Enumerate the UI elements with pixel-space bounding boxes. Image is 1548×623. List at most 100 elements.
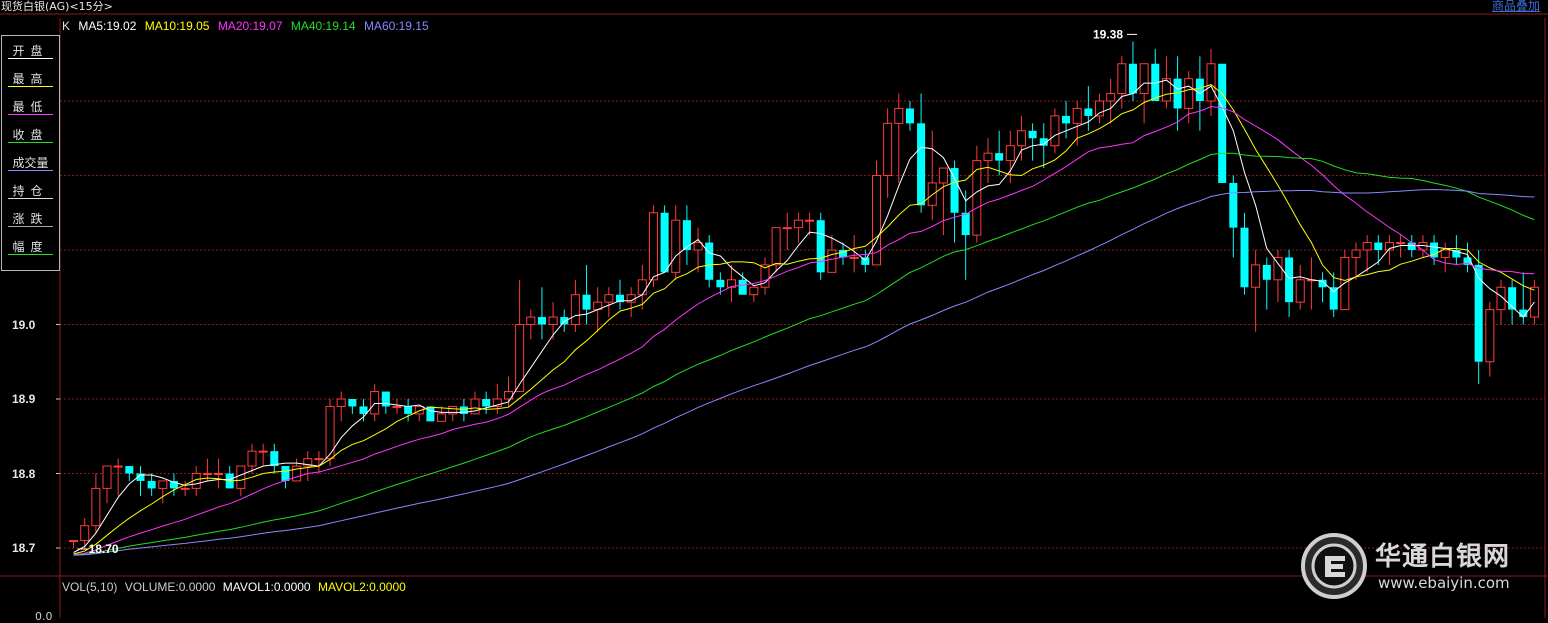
candle-body-up <box>570 294 580 326</box>
volume-legend: VOL(5,10) VOLUME:0.0000 MAVOL1:0.0000 MA… <box>62 580 410 594</box>
candle-body-down <box>950 168 959 213</box>
side-info-panel: 开盘 最高 最低 收盘 成交量 持仓 涨跌 幅度 <box>1 35 60 271</box>
side-line-close <box>8 142 53 143</box>
side-label-high: 最高 <box>12 72 49 86</box>
volume-axis-value: 0.0 <box>35 610 53 623</box>
side-label-position: 持仓 <box>12 184 49 198</box>
candle-body-up <box>515 324 525 393</box>
candle-body-up <box>1016 130 1026 147</box>
candle-body-down <box>816 220 825 273</box>
vol-params: VOL(5,10) <box>62 580 118 594</box>
watermark-name: 华通白银网 <box>1375 542 1511 572</box>
candle-body-up <box>113 465 123 468</box>
candle-body-up <box>894 107 904 124</box>
candle-body-down <box>1062 115 1071 124</box>
candle-body-down <box>917 123 926 206</box>
candle-body-up <box>983 152 993 162</box>
candle-body-up <box>793 219 803 229</box>
candle-body-up <box>1362 242 1372 251</box>
candle-body-up <box>1396 242 1406 245</box>
mavol2-value: MAVOL2:0.0000 <box>317 580 406 594</box>
candle-body-down <box>482 399 491 407</box>
candle-body-up <box>849 256 859 259</box>
low-marker-label: 18.70 <box>89 542 119 556</box>
side-item-volume: 成交量 <box>2 148 59 175</box>
side-label-low: 最低 <box>12 100 49 114</box>
candle-body-down <box>1407 242 1416 250</box>
ma-legend-prefix: K <box>62 19 71 33</box>
side-item-position: 持仓 <box>2 176 59 203</box>
candle-body-down <box>660 212 669 273</box>
candle-body-up <box>1351 249 1361 258</box>
side-line-high <box>8 86 53 87</box>
ma40-label: MA40:19.14 <box>290 19 356 33</box>
candle-body-up <box>871 175 881 266</box>
candle-body-down <box>582 294 591 310</box>
candle-body-up <box>69 540 79 543</box>
candle-body-up <box>805 219 815 222</box>
candle-body-up <box>938 167 948 184</box>
ma40-line <box>73 152 1535 556</box>
candle-body-up <box>749 286 759 296</box>
candle-body-down <box>348 399 357 407</box>
volume-value: VOLUME:0.0000 <box>124 580 216 594</box>
candle-body-down <box>961 212 970 236</box>
kline-chart[interactable]: 19.38 18.70 <box>0 0 1548 618</box>
y-tick-label: 18.7 <box>12 541 36 555</box>
candle-body-down <box>1262 264 1271 280</box>
candle-body-down <box>1229 182 1238 228</box>
candle-body-up <box>202 473 212 475</box>
candle-body-up <box>648 212 658 281</box>
side-item-high: 最高 <box>2 64 59 91</box>
ma20-line <box>73 106 1535 556</box>
candle-body-up <box>1139 63 1149 95</box>
ma60-line <box>73 188 1535 556</box>
chart-grid <box>0 13 1548 618</box>
candle-body-down <box>1195 78 1204 101</box>
candle-body-up <box>1005 145 1015 162</box>
y-tick-label: 19.0 <box>12 318 36 332</box>
candle-body-down <box>716 279 725 288</box>
candle-body-up <box>1184 78 1194 109</box>
candle-body-down <box>1240 227 1249 288</box>
candle-body-up <box>927 182 937 206</box>
candle-body-up <box>80 525 90 542</box>
candle-body-up <box>883 122 893 176</box>
candle-body-up <box>637 279 647 296</box>
side-item-change: 涨跌 <box>2 204 59 231</box>
side-item-range: 幅度 <box>2 232 59 259</box>
candle-body-down <box>404 406 413 414</box>
candle-body-up <box>1072 107 1082 124</box>
candle-body-up <box>526 316 536 325</box>
watermark-logo-icon <box>1301 533 1367 599</box>
candle-body-up <box>671 219 681 273</box>
side-line-change <box>8 226 53 227</box>
candle-body-up <box>771 227 781 266</box>
side-label-change: 涨跌 <box>12 212 49 226</box>
candle-body-down <box>1084 108 1093 116</box>
watermark-url: www.ebaiyin.com <box>1378 574 1510 592</box>
candle-body-up <box>392 405 402 408</box>
candle-body-down <box>1128 63 1137 94</box>
candle-body-up <box>1485 309 1495 363</box>
candle-body-down <box>738 279 747 295</box>
candle-body-up <box>1095 100 1105 117</box>
ma10-line <box>73 84 1535 555</box>
candle-body-down <box>1218 63 1227 183</box>
side-item-open: 开盘 <box>2 36 59 63</box>
side-line-range <box>8 254 53 255</box>
candle-body-up <box>604 294 614 303</box>
candle-body-up <box>1251 264 1261 288</box>
candle-body-up <box>236 465 246 489</box>
candle-body-up <box>1295 279 1305 303</box>
candle-body-up <box>437 413 447 422</box>
candle-body-up <box>314 458 324 461</box>
ma20-label: MA20:19.07 <box>217 19 283 33</box>
side-label-volume: 成交量 <box>12 156 49 170</box>
side-item-low: 最低 <box>2 92 59 119</box>
side-label-range: 幅度 <box>12 240 49 254</box>
candle-body-down <box>1474 264 1483 362</box>
candle-body-up <box>1206 63 1216 102</box>
y-tick-label: 18.8 <box>12 467 36 481</box>
candle-body-up <box>247 450 257 467</box>
